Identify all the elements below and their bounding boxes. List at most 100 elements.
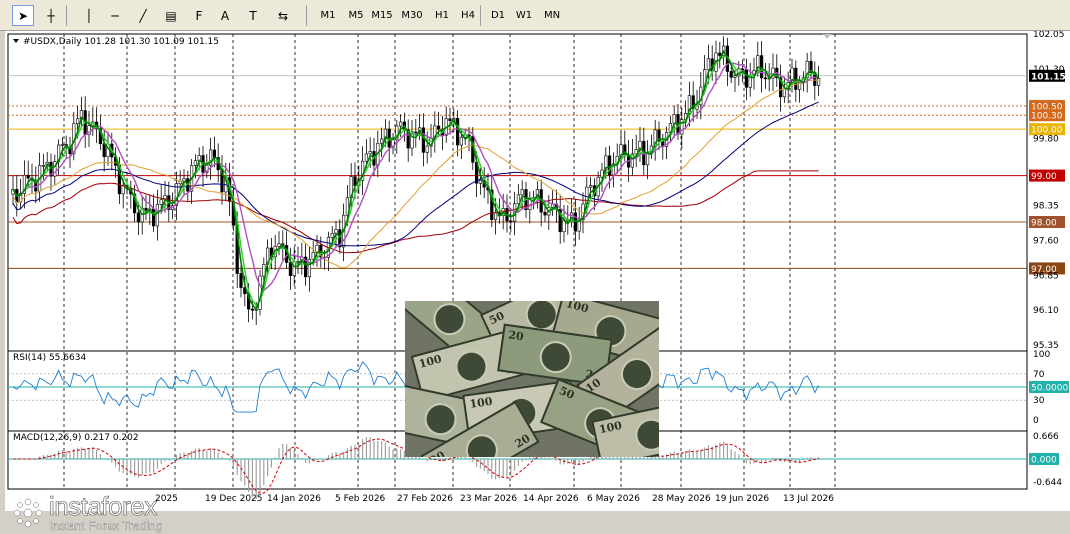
candle-body [763, 77, 767, 80]
candle-body [816, 78, 821, 86]
rsi-marker-label: 50.0000 [1031, 384, 1068, 394]
timeframe-mn[interactable]: MN [540, 5, 564, 26]
date-axis-label: 23 Mar 2026 [460, 494, 517, 504]
candle-body [159, 199, 163, 205]
price-axis-label: 96.85 [1033, 271, 1059, 281]
candle-body [250, 308, 255, 311]
candle-body [459, 136, 464, 146]
chart-shift-icon [823, 34, 831, 39]
candle-body [368, 151, 372, 155]
level-price-label: 100.30 [1031, 112, 1063, 122]
arrows-icon[interactable]: ⇆ [272, 5, 294, 26]
current-price-label: 101.15 [1031, 72, 1066, 82]
candle-body [121, 185, 125, 195]
candle-body [398, 121, 403, 127]
candle-body [212, 149, 217, 158]
level-price-label: 99.00 [1031, 172, 1057, 182]
banknote-denomination: 50 [557, 384, 577, 402]
candle-body [509, 220, 513, 223]
candle-body [425, 145, 429, 153]
banknote-denomination: 100 [417, 352, 444, 371]
level-price-label: 98.00 [1031, 218, 1057, 228]
timeframe-m15[interactable]: M15 [370, 5, 394, 26]
banknote-denomination: 100 [468, 394, 494, 411]
candle-body [239, 273, 243, 288]
candle-body [292, 261, 296, 276]
date-axis-label: 5 Feb 2026 [335, 494, 386, 504]
timeframe-w1[interactable]: W1 [512, 5, 536, 26]
candle-body [645, 152, 650, 166]
timeframe-d1[interactable]: D1 [486, 5, 510, 26]
candle-body [794, 67, 798, 90]
price-axis-label: 96.10 [1033, 306, 1059, 316]
channel-icon[interactable]: ▤ [160, 5, 182, 26]
candle-body [152, 208, 156, 227]
candle-body [155, 204, 160, 227]
timeframe-m1[interactable]: M1 [316, 5, 340, 26]
timeframe-h4[interactable]: H4 [456, 5, 480, 26]
candle-body [421, 127, 426, 153]
candle-body [744, 69, 748, 88]
banknote-denomination: 20 [428, 449, 448, 457]
toolbar-separator [66, 5, 67, 26]
candle-body [102, 143, 106, 157]
toolbar: ➤ ┼ │ ─ ╱ ▤ F A T ⇆ M1 M5 M15 M30 H1 H4 D1 W1 MN [0, 0, 1070, 31]
date-axis-label: 14 Apr 2026 [523, 494, 579, 504]
banknote-portrait [421, 400, 460, 439]
macd-axis-label: 0.666 [1033, 432, 1059, 442]
trend-line-icon[interactable]: ╱ [132, 5, 154, 26]
candle-body [41, 165, 45, 167]
candle-body [288, 262, 293, 276]
candle-body [330, 233, 334, 238]
date-axis-label: 13 Jul 2026 [783, 494, 834, 504]
banknote-portrait [451, 347, 492, 387]
fibonacci-icon[interactable]: F [188, 5, 210, 26]
horizontal-line-icon[interactable]: ─ [104, 5, 126, 26]
candle-body [455, 118, 460, 146]
candle-body [706, 58, 710, 70]
rsi-label: RSI(14) 55.6634 [13, 353, 86, 363]
timeframe-m5[interactable]: M5 [344, 5, 368, 26]
candle-body [740, 68, 745, 71]
candle-body [493, 212, 498, 220]
rsi-axis-label: 100 [1033, 350, 1050, 360]
banknote-denomination: 20 [507, 328, 525, 344]
rsi-axis-label: 70 [1033, 370, 1045, 380]
date-axis-label: 27 Feb 2026 [397, 494, 453, 504]
timeframe-m30[interactable]: M30 [400, 5, 424, 26]
instaforex-watermark: instaforex Instant Forex Trading [11, 493, 163, 532]
symbol-menu-icon [13, 39, 19, 43]
moving-average-21 [12, 62, 819, 292]
banknote-denomination: 20 [512, 431, 533, 451]
candle-body [193, 160, 198, 166]
banknote-denomination: 100 [564, 301, 591, 316]
trading-terminal: ➤ ┼ │ ─ ╱ ▤ F A T ⇆ M1 M5 M15 M30 H1 H4 D1 W1 MN 100.50 100… [0, 0, 1070, 532]
cursor-icon[interactable]: ➤ [12, 5, 34, 26]
crosshair-icon[interactable]: ┼ [40, 5, 62, 26]
candle-body [782, 88, 786, 98]
candle-body [60, 144, 64, 146]
candle-body [672, 114, 676, 124]
moving-average-5 [12, 49, 820, 312]
candle-body [729, 71, 733, 78]
macd-axis-label: -0.644 [1033, 478, 1062, 488]
candle-body [53, 161, 57, 177]
candlestick-series [11, 36, 821, 325]
banknote-denomination: 100 [597, 418, 624, 437]
timeframe-h1[interactable]: H1 [430, 5, 454, 26]
candle-body [76, 118, 80, 125]
text-label-icon[interactable]: T [242, 5, 264, 26]
date-axis-label: 19 Jun 2026 [715, 494, 769, 504]
candle-body [543, 211, 547, 216]
macd-label: MACD(12,26,9) 0.217 0.202 [13, 433, 139, 443]
price-axis-label: 102.05 [1033, 31, 1065, 40]
candle-body [296, 260, 300, 263]
instaforex-logo-icon [11, 496, 45, 530]
candle-body [733, 75, 737, 78]
chart-window[interactable]: 100.50100.30100.0099.0098.0097.00102.051… [5, 31, 1070, 532]
banknote-portrait [426, 301, 473, 342]
vertical-line-icon[interactable]: │ [78, 5, 100, 26]
text-icon[interactable]: A [214, 5, 236, 26]
candle-body [277, 243, 281, 247]
candle-body [759, 55, 764, 79]
